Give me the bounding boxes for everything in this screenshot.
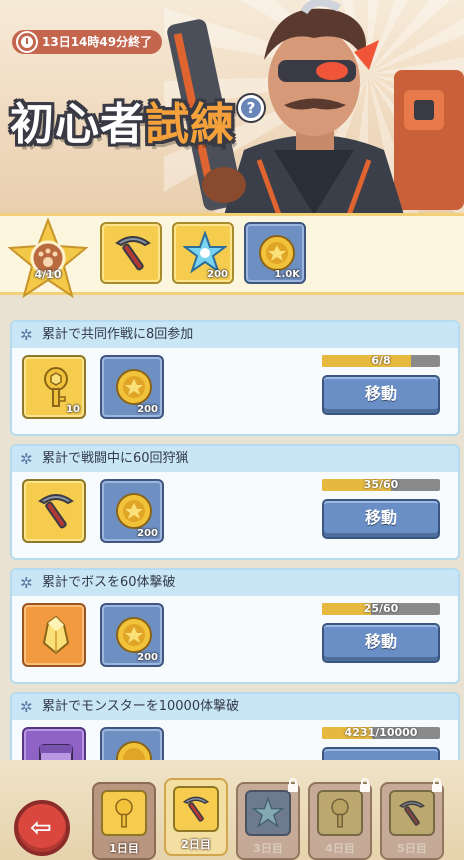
quest-header: ✲ 累計で共同作戦に8回参加: [12, 322, 458, 348]
gold-coin-icon: [116, 617, 152, 653]
day-reward: [317, 790, 363, 836]
page-title: 初心者試練: [10, 88, 235, 152]
day-reward: [173, 786, 219, 832]
lock-icon: [360, 778, 370, 792]
progress-text: 6/8: [371, 355, 391, 367]
quest-reward-coin[interactable]: 200: [100, 603, 164, 667]
quest-card: ✲ 累計で共同作戦に8回参加 10 200 6/8 移動: [10, 320, 460, 436]
quest-reward-coin[interactable]: 200: [100, 355, 164, 419]
milestone-rewards: 4/10 200 1.0K: [0, 213, 464, 299]
move-button[interactable]: 移動: [322, 623, 440, 663]
move-button[interactable]: 移動: [322, 375, 440, 415]
quest-header: ✲ 累計で戦闘中に60回狩猟: [12, 446, 458, 472]
key-icon: [331, 798, 349, 828]
day-reward: [245, 790, 291, 836]
key-icon: [115, 798, 133, 828]
reward-qty: 200: [137, 652, 158, 663]
star-progress-text: 4/10: [34, 268, 62, 281]
reward-qty: 10: [66, 404, 80, 415]
quest-reward-pickaxe[interactable]: [22, 479, 86, 543]
quest-progress-bar: 35/60: [322, 479, 440, 491]
quest-header: ✲ 累計でモンスターを10000体撃破: [12, 694, 458, 720]
title-main: 初心者: [10, 99, 145, 150]
quest-progress-bar: 6/8: [322, 355, 440, 367]
progress-text: 4231/10000: [344, 727, 418, 739]
quest-title: 累計でボスを60体撃破: [42, 575, 176, 590]
back-arrow-icon: ⇦: [30, 813, 52, 843]
quest-gear-icon: ✲: [20, 574, 33, 592]
move-button[interactable]: 移動: [322, 499, 440, 539]
reward-qty: 1.0K: [274, 269, 300, 280]
reward-qty: 200: [137, 404, 158, 415]
quest-progress-bar: 25/60: [322, 603, 440, 615]
quest-reward-key[interactable]: 10: [22, 355, 86, 419]
day-label: 4日目: [325, 842, 355, 855]
help-icon[interactable]: ?: [238, 95, 264, 121]
day-label: 3日目: [253, 842, 283, 855]
quest-reward-coin[interactable]: [100, 727, 164, 760]
quest-progress-bar: 4231/10000: [322, 727, 440, 739]
day-label: 1日目: [109, 842, 139, 855]
quest-card: ✲ 累計でモンスターを10000体撃破 4231/10000: [10, 692, 460, 760]
quest-gear-icon: ✲: [20, 698, 33, 716]
pickaxe-icon: [182, 796, 210, 822]
event-banner: 13日14時49分終了 初心者試練 ?: [0, 0, 464, 215]
lock-icon: [432, 778, 442, 792]
quest-header: ✲ 累計でボスを60体撃破: [12, 570, 458, 596]
pickaxe-icon: [115, 236, 151, 271]
reward-crystal-flower[interactable]: 200: [172, 222, 234, 284]
progress-text: 25/60: [363, 603, 399, 615]
gold-coin-icon: [116, 493, 152, 529]
lock-icon: [288, 778, 298, 792]
day-reward: [101, 790, 147, 836]
day-tab-5[interactable]: 5日目: [380, 778, 444, 860]
crystal-flower-icon: [252, 797, 284, 828]
quest-gear-icon: ✲: [20, 450, 33, 468]
quest-card: ✲ 累計で戦闘中に60回狩猟 200 35/60 移動: [10, 444, 460, 560]
quest-reward-coin[interactable]: 200: [100, 479, 164, 543]
back-button[interactable]: ⇦: [14, 800, 70, 856]
day-reward: [389, 790, 435, 836]
pickaxe-icon: [398, 800, 426, 826]
quest-title: 累計で戦闘中に60回狩猟: [42, 451, 189, 466]
gold-coin-icon: [116, 369, 152, 405]
day-label: 2日目: [181, 838, 211, 851]
progress-text: 35/60: [363, 479, 399, 491]
day-tab-1[interactable]: 1日目: [92, 782, 156, 860]
crystal-icon: [42, 615, 70, 655]
day-tab-3[interactable]: 3日目: [236, 778, 300, 860]
gold-coin-icon: [116, 741, 152, 760]
title-accent: 試練: [145, 99, 235, 150]
star-icon: [7, 218, 89, 299]
chest-icon: [39, 744, 73, 760]
clock-icon: [18, 33, 36, 51]
quest-reward-crystal[interactable]: [22, 603, 86, 667]
help-glyph: ?: [246, 99, 256, 117]
day-tab-2[interactable]: 2日目: [164, 778, 228, 856]
key-icon: [44, 367, 68, 407]
quest-card: ✲ 累計でボスを60体撃破 200 25/60 移動: [10, 568, 460, 684]
quest-title: 累計でモンスターを10000体撃破: [42, 699, 240, 714]
quest-reward-chest[interactable]: [22, 727, 86, 760]
reward-qty: 200: [207, 269, 228, 280]
quest-list[interactable]: ✲ 累計で共同作戦に8回参加 10 200 6/8 移動 ✲ 累計で戦闘中に60…: [0, 298, 464, 760]
reward-pickaxe[interactable]: [100, 222, 162, 284]
day-tab-bar: ⇦ 1日目 2日目 3日目 4日目 5日目: [0, 760, 464, 860]
day-label: 5日目: [397, 842, 427, 855]
pickaxe-icon: [38, 494, 74, 529]
quest-title: 累計で共同作戦に8回参加: [42, 327, 194, 342]
timer-text: 13日14時49分終了: [42, 35, 153, 49]
reward-qty: 200: [137, 528, 158, 539]
quest-gear-icon: ✲: [20, 326, 33, 344]
reward-gold-coin[interactable]: 1.0K: [244, 222, 306, 284]
star-progress-badge[interactable]: 4/10: [6, 218, 90, 300]
event-timer: 13日14時49分終了: [12, 30, 163, 54]
day-tab-4[interactable]: 4日目: [308, 778, 372, 860]
move-button[interactable]: [322, 747, 440, 760]
